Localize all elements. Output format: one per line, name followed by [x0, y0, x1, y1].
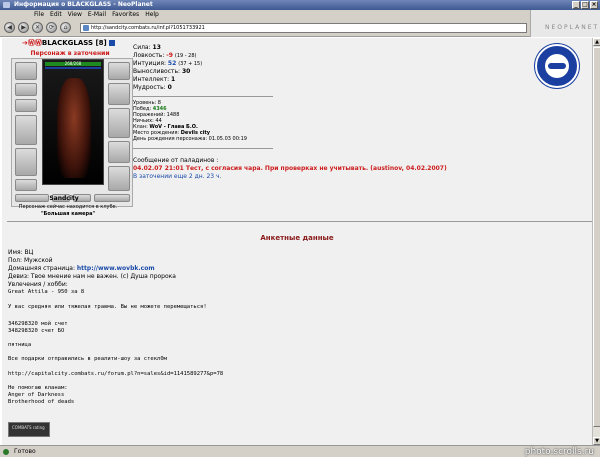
divider [7, 221, 592, 222]
minimize-button[interactable]: _ [572, 1, 580, 9]
hobby-line: Не помогаю кланам: [8, 385, 68, 391]
prison-label: Персонаж в заточении [30, 50, 110, 57]
info-block: Уровень: 8 Побед: 4346 Поражений: 1488 Н… [133, 100, 247, 142]
character-location: Персонаж сейчас находится в клубе. "Боль… [2, 204, 134, 218]
location-line-1: Персонаж сейчас находится в клубе. [18, 204, 118, 210]
profile-homepage: Домашняя страница: http://www.wovbk.com [8, 265, 155, 272]
address-text: http://sandcity.combats.ru/inf.pl?105173… [91, 25, 205, 31]
equipment-panel: 268/268 [11, 58, 133, 207]
address-bar[interactable]: http://sandcity.combats.ru/inf.pl?105173… [80, 23, 527, 33]
profile-section-title: Анкетные данные [260, 234, 334, 242]
menu-help[interactable]: Help [145, 10, 159, 19]
watermark: photo.scrolls.ru [524, 447, 594, 457]
hobby-line: Great Attila - 950 за 8 [8, 289, 85, 295]
character-level: [8] [95, 39, 107, 47]
app-icon [3, 2, 10, 8]
menu-view[interactable]: View [68, 10, 82, 19]
gloves-slot[interactable] [108, 83, 130, 105]
stats-block: Сила: 13 Ловкость: -9 (19 - 28) Интуиция… [133, 44, 202, 92]
page-icon [83, 25, 89, 31]
menu-email[interactable]: E-Mail [88, 10, 106, 19]
profile-name: Имя: ВЦ [8, 249, 34, 256]
hobby-line: Brotherhood of deads [8, 399, 75, 405]
hobby-line: 348298320 счет БО [8, 328, 65, 334]
home-button[interactable]: ⌂ [60, 22, 71, 33]
stat-intellect: Интеллект: 1 [133, 76, 176, 83]
stat-wisdom: Мудрость: 0 [133, 84, 172, 91]
leggings-slot[interactable] [108, 141, 130, 163]
homepage-link[interactable]: http://www.wovbk.com [77, 265, 155, 272]
rating-counter[interactable]: COMBATS rating [8, 422, 50, 437]
location-line-2: "Большая камера" [40, 211, 96, 217]
prison-time: В заточении еще 2 дн. 23 ч. [133, 173, 222, 180]
paladin-message: Сообщение от паладинов : 04.02.07 21:01 … [133, 157, 463, 181]
scroll-down-icon[interactable]: ▼ [593, 437, 600, 445]
status-icon [3, 449, 9, 455]
profile-block: Имя: ВЦ Пол: Мужской Домашняя страница: … [8, 249, 176, 289]
paladin-badge-icon [535, 44, 579, 88]
earrings-slot[interactable] [15, 83, 37, 96]
window-title: Информация о BLACKGLASS - NeoPlanet [14, 1, 153, 8]
hobby-line: У вас средняя или тяжелая травма. Вы не … [8, 304, 207, 310]
stat-endurance: Выносливость: 30 [133, 68, 191, 75]
hobby-line: Anger of Darkness [8, 392, 65, 398]
boots-slot[interactable] [108, 166, 130, 191]
vertical-scrollbar[interactable]: ▲ ▼ [592, 38, 600, 445]
hp-bar: 268/268 [45, 62, 101, 66]
character-city: Sandcity [49, 195, 79, 202]
bracers-slot[interactable] [108, 62, 130, 80]
status-text: Готово [14, 448, 36, 455]
refresh-button[interactable]: ⟳ [46, 22, 57, 33]
armor-slot[interactable] [15, 148, 37, 176]
window-titlebar: Информация о BLACKGLASS - NeoPlanet _ □ … [0, 0, 600, 10]
toolbar: ◀ ▶ ✕ ⟳ ⌂ http://sandcity.combats.ru/inf… [0, 19, 530, 37]
hobby-line: пятница [8, 342, 32, 348]
message-text: 04.02.07 21:01 Тест, с согласия чара. Пр… [133, 165, 447, 172]
profile-motto: Девиз: Твое мнение нам не важен. (с) Душ… [8, 273, 176, 280]
back-button[interactable]: ◀ [4, 22, 15, 33]
info-icon[interactable] [109, 40, 116, 46]
character-header: ➔ⓌⓌBLACKGLASS [8] [22, 38, 116, 48]
scroll-thumb[interactable] [593, 47, 600, 427]
info-birthday: День рождения персонажа: 01.05.03 00:19 [133, 136, 247, 142]
helmet-slot[interactable] [15, 62, 37, 80]
hobby-line: Все подарки отправились в реалити-шоу за… [8, 356, 167, 362]
mana-bar [45, 67, 101, 69]
weapon-slot[interactable] [15, 115, 37, 145]
stat-strength: Сила: 13 [133, 44, 161, 51]
hobby-line: http://capitalcity.combats.ru/forum.pl?n… [8, 371, 224, 377]
character-figure [57, 78, 91, 178]
maximize-button[interactable]: □ [581, 1, 589, 9]
belt-slot[interactable] [15, 179, 37, 191]
close-button[interactable]: × [590, 1, 598, 9]
menu-bar: File Edit View E-Mail Favorites Help [0, 10, 600, 19]
character-name: BLACKGLASS [41, 39, 94, 47]
divider [133, 148, 273, 149]
menu-favorites[interactable]: Favorites [112, 10, 139, 19]
amulet-slot[interactable] [15, 99, 37, 112]
neoplanet-logo: NEOPLANET [545, 24, 600, 31]
stat-intuition: Интуиция: 52 (37 + 15) [133, 60, 203, 67]
character-portrait: 268/268 [42, 59, 104, 185]
stat-agility: Ловкость: -9 (19 - 28) [133, 52, 197, 59]
status-bar: Готово photo.scrolls.ru [0, 445, 600, 457]
scroll-up-icon[interactable]: ▲ [593, 38, 600, 46]
brand-panel: NEOPLANET [530, 10, 600, 37]
stop-button[interactable]: ✕ [32, 22, 43, 33]
menu-edit[interactable]: Edit [50, 10, 62, 19]
shield-slot[interactable] [108, 108, 130, 138]
menu-file[interactable]: File [34, 10, 44, 19]
page-content: ➔ⓌⓌBLACKGLASS [8] Персонаж в заточении 2… [2, 38, 592, 445]
message-header: Сообщение от паладинов : [133, 157, 219, 164]
hobby-line: 346298320 мой счет [8, 321, 68, 327]
divider [133, 96, 273, 97]
profile-gender: Пол: Мужской [8, 257, 53, 264]
profile-hobby-label: Увлечения / хобби: [8, 281, 68, 288]
counter-label: COMBATS rating [12, 425, 45, 430]
alignment-icon: ➔ⓌⓌ [22, 39, 42, 47]
forward-button[interactable]: ▶ [18, 22, 29, 33]
